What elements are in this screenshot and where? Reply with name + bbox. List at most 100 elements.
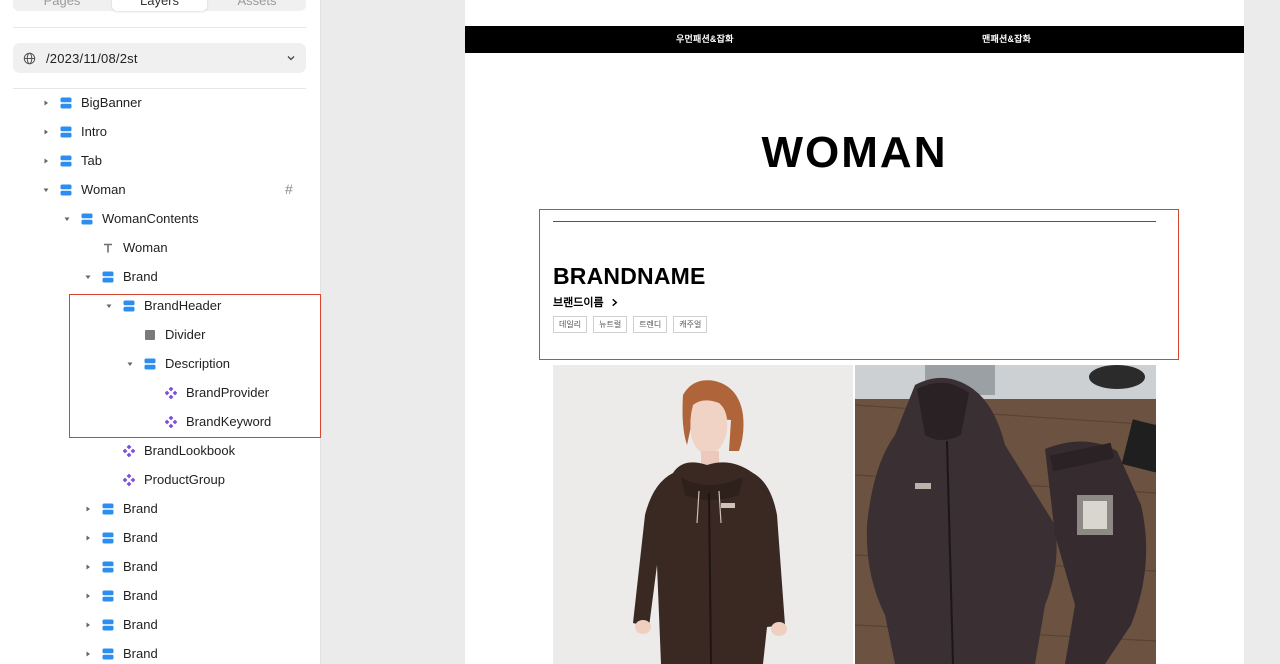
brand-provider-label: 브랜드이름 bbox=[553, 297, 604, 309]
layer-label: BrandProvider bbox=[186, 385, 270, 400]
caret-right-icon[interactable] bbox=[83, 504, 93, 514]
caret-right-icon[interactable] bbox=[41, 156, 51, 166]
panel-tab-switcher: Pages Layers Assets bbox=[13, 0, 306, 11]
layer-row[interactable]: BigBanner bbox=[0, 88, 320, 117]
nav-man-fashion[interactable]: 맨패션&잡화 bbox=[982, 26, 1031, 53]
layer-row[interactable]: BrandHeader bbox=[0, 291, 320, 320]
tab-pages[interactable]: Pages bbox=[13, 0, 111, 11]
layer-label: Brand bbox=[123, 588, 158, 603]
layer-row[interactable]: ProductGroup bbox=[0, 465, 320, 494]
layer-label: BrandKeyword bbox=[186, 414, 272, 429]
brand-name: BRANDNAME bbox=[553, 263, 706, 289]
layer-label: Description bbox=[165, 356, 231, 371]
layer-label: Brand bbox=[123, 646, 158, 661]
stack-layer-icon bbox=[123, 300, 135, 312]
caret-right-icon[interactable] bbox=[83, 649, 93, 659]
caret-right-icon[interactable] bbox=[41, 127, 51, 137]
stack-layer-icon bbox=[102, 503, 114, 515]
stack-layer-icon bbox=[81, 213, 93, 225]
layer-label: Divider bbox=[165, 327, 206, 342]
stack-layer-icon bbox=[60, 97, 72, 109]
stack-layer-icon bbox=[102, 648, 114, 660]
page-selector[interactable]: /2023/11/08/2st bbox=[13, 43, 306, 73]
tab-layers[interactable]: Layers bbox=[112, 0, 207, 11]
layer-label: Brand bbox=[123, 530, 158, 545]
caret-right-icon[interactable] bbox=[83, 533, 93, 543]
canvas-frame: 우먼패션&잡화 맨패션&잡화 WOMAN BRANDNAME 브랜드이름 데일리… bbox=[465, 0, 1244, 664]
lookbook-photo-model bbox=[553, 365, 853, 664]
layer-label: BrandHeader bbox=[144, 298, 222, 313]
caret-down-icon[interactable] bbox=[104, 301, 114, 311]
keyword-tag[interactable]: 뉴트럴 bbox=[593, 316, 628, 333]
layer-label: Tab bbox=[81, 153, 102, 168]
keyword-tag[interactable]: 캐주얼 bbox=[673, 316, 708, 333]
caret-down-icon[interactable] bbox=[41, 185, 51, 195]
caret-down-icon[interactable] bbox=[125, 359, 135, 369]
layer-label: Brand bbox=[123, 617, 158, 632]
hash-icon[interactable]: # bbox=[285, 181, 293, 197]
layer-label: ProductGroup bbox=[144, 472, 225, 487]
layer-row[interactable]: Divider bbox=[0, 320, 320, 349]
layer-label: Intro bbox=[81, 124, 108, 139]
layer-row[interactable]: Intro bbox=[0, 117, 320, 146]
layer-row[interactable]: Brand bbox=[0, 523, 320, 552]
component-icon bbox=[164, 415, 178, 429]
component-icon bbox=[122, 473, 136, 487]
caret-down-icon[interactable] bbox=[83, 272, 93, 282]
caret-down-icon[interactable] bbox=[62, 214, 72, 224]
stack-layer-icon bbox=[102, 532, 114, 544]
rectangle-layer-icon bbox=[144, 329, 156, 341]
layer-row[interactable]: BrandKeyword bbox=[0, 407, 320, 436]
keyword-tag[interactable]: 데일리 bbox=[553, 316, 588, 333]
caret-right-icon[interactable] bbox=[83, 620, 93, 630]
layer-row[interactable]: Description bbox=[0, 349, 320, 378]
section-title: WOMAN bbox=[761, 128, 948, 177]
layer-label: BrandLookbook bbox=[144, 443, 236, 458]
chevron-right-icon bbox=[611, 298, 618, 306]
divider bbox=[13, 27, 306, 28]
stack-layer-icon bbox=[144, 358, 156, 370]
layer-row[interactable]: Woman # bbox=[0, 175, 320, 204]
layers-panel: Pages Layers Assets /2023/11/08/2st BigB… bbox=[0, 0, 321, 664]
layer-row[interactable]: BrandLookbook bbox=[0, 436, 320, 465]
brand-divider bbox=[553, 221, 1156, 222]
nav-woman-fashion[interactable]: 우먼패션&잡화 bbox=[676, 26, 734, 53]
chevron-down-icon bbox=[287, 56, 295, 61]
caret-right-icon[interactable] bbox=[83, 562, 93, 572]
caret-right-icon[interactable] bbox=[41, 98, 51, 108]
layer-row[interactable]: Brand bbox=[0, 581, 320, 610]
stack-layer-icon bbox=[102, 271, 114, 283]
layer-row[interactable]: Tab bbox=[0, 146, 320, 175]
layer-row[interactable]: BrandProvider bbox=[0, 378, 320, 407]
page-selector-label: /2023/11/08/2st bbox=[46, 50, 138, 66]
layer-label: Brand bbox=[123, 501, 158, 516]
layer-label: Brand bbox=[123, 269, 158, 284]
layer-row[interactable]: Brand bbox=[0, 639, 320, 664]
layer-row[interactable]: Brand bbox=[0, 494, 320, 523]
stack-layer-icon bbox=[60, 155, 72, 167]
caret-right-icon[interactable] bbox=[83, 591, 93, 601]
stack-layer-icon bbox=[102, 619, 114, 631]
layer-label: Woman bbox=[123, 240, 168, 255]
tab-assets[interactable]: Assets bbox=[208, 0, 306, 11]
layer-row[interactable]: Brand bbox=[0, 552, 320, 581]
layer-label: BigBanner bbox=[81, 95, 142, 110]
layer-row[interactable]: WomanContents bbox=[0, 204, 320, 233]
text-layer-icon bbox=[102, 242, 114, 254]
keyword-tag[interactable]: 트렌디 bbox=[633, 316, 668, 333]
stack-layer-icon bbox=[102, 561, 114, 573]
brand-provider-link[interactable]: 브랜드이름 bbox=[553, 294, 619, 310]
brand-keywords: 데일리 뉴트럴 트렌디 캐주얼 bbox=[553, 316, 708, 333]
stack-layer-icon bbox=[102, 590, 114, 602]
layer-row[interactable]: Brand bbox=[0, 262, 320, 291]
component-icon bbox=[164, 386, 178, 400]
stack-layer-icon bbox=[60, 184, 72, 196]
stack-layer-icon bbox=[60, 126, 72, 138]
globe-icon bbox=[23, 52, 36, 64]
category-navbar: 우먼패션&잡화 맨패션&잡화 bbox=[465, 26, 1244, 53]
lookbook-photo-flatlay bbox=[855, 365, 1156, 664]
layer-row[interactable]: Brand bbox=[0, 610, 320, 639]
layer-row[interactable]: Woman bbox=[0, 233, 320, 262]
layer-label: WomanContents bbox=[102, 211, 199, 226]
layer-label: Brand bbox=[123, 559, 158, 574]
